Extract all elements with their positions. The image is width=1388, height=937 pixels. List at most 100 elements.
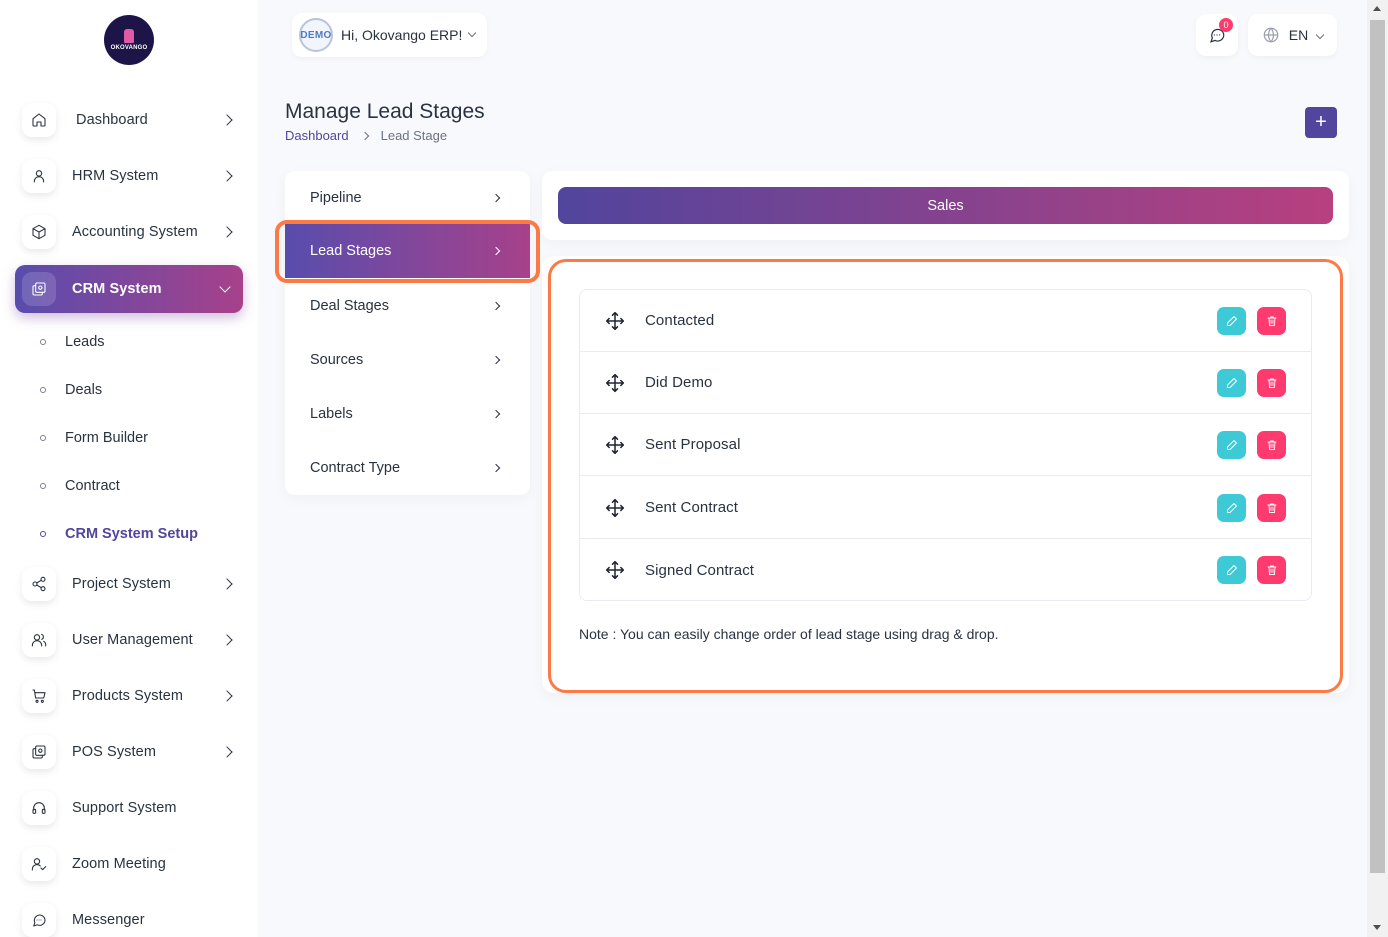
edit-button[interactable] <box>1217 556 1246 584</box>
sidebar-item-zoom-meeting[interactable]: Zoom Meeting <box>15 840 243 888</box>
avatar: DEMO <box>299 18 333 52</box>
chevron-right-icon <box>221 746 233 758</box>
sidebar-item-products-system[interactable]: Products System <box>15 672 243 720</box>
menu-item-labels[interactable]: Labels <box>285 387 530 441</box>
edit-button[interactable] <box>1217 493 1246 522</box>
chevron-right-icon <box>221 226 233 238</box>
pipeline-tabs: Sales <box>542 171 1349 240</box>
drag-move-icon[interactable] <box>605 498 625 518</box>
breadcrumb-dashboard-link[interactable]: Dashboard <box>285 128 349 143</box>
drag-move-icon[interactable] <box>605 373 625 393</box>
edit-button[interactable] <box>1217 368 1246 397</box>
sidebar-item-user-management[interactable]: User Management <box>15 616 243 664</box>
sidebar-item-label: POS System <box>72 744 156 760</box>
scroll-up-arrow-icon[interactable] <box>1373 6 1381 11</box>
sidebar-subitem-label: Contract <box>65 478 120 494</box>
user-greeting: Hi, Okovango ERP! <box>341 27 463 43</box>
company-logo[interactable]: OKOVANGO <box>104 15 154 65</box>
delete-button[interactable] <box>1257 368 1286 397</box>
chevron-right-icon <box>491 409 501 419</box>
sidebar-subitem-crm-system-setup[interactable]: CRM System Setup <box>40 522 198 546</box>
menu-item-label: Sources <box>310 352 364 368</box>
menu-item-label: Deal Stages <box>310 298 389 314</box>
pencil-icon <box>1226 502 1237 513</box>
sidebar-item-support-system[interactable]: Support System <box>15 784 243 832</box>
trash-icon <box>1267 316 1276 326</box>
users-icon <box>22 623 56 657</box>
delete-button[interactable] <box>1257 306 1286 335</box>
delete-button[interactable] <box>1257 430 1286 459</box>
sidebar-item-label: User Management <box>72 632 193 648</box>
list-item[interactable]: Contacted <box>580 290 1311 352</box>
edit-button[interactable] <box>1217 430 1246 459</box>
sidebar-item-crm-system[interactable]: CRM System <box>15 265 243 313</box>
bullet-icon <box>40 531 46 537</box>
menu-item-contract-type[interactable]: Contract Type <box>285 441 530 495</box>
pencil-icon <box>1226 315 1237 326</box>
sidebar-subitem-form-builder[interactable]: Form Builder <box>40 426 148 450</box>
language-dropdown[interactable]: EN <box>1248 14 1337 56</box>
stage-name: Sent Contract <box>645 499 739 516</box>
menu-item-label: Lead Stages <box>310 243 392 259</box>
sidebar-item-hrm-system[interactable]: HRM System <box>15 152 243 200</box>
sidebar-item-label: Support System <box>72 800 177 816</box>
pencil-icon <box>1226 565 1237 575</box>
sidebar-subitem-contract[interactable]: Contract <box>40 474 120 498</box>
page-title: Manage Lead Stages <box>285 100 485 123</box>
sidebar-item-messenger[interactable]: Messenger <box>15 896 243 937</box>
layers-icon <box>22 272 56 306</box>
delete-button[interactable] <box>1257 556 1286 584</box>
sidebar-item-label: Accounting System <box>72 224 198 240</box>
trash-icon <box>1267 440 1276 450</box>
page-scrollbar[interactable] <box>1367 0 1388 937</box>
list-item[interactable]: Did Demo <box>580 352 1311 414</box>
scrollbar-thumb[interactable] <box>1370 20 1385 873</box>
list-item[interactable]: Signed Contract <box>580 539 1311 600</box>
sidebar-item-pos-system[interactable]: POS System <box>15 728 243 776</box>
chevron-right-icon <box>491 193 501 203</box>
stage-name: Signed Contract <box>645 561 755 579</box>
sidebar-subitem-leads[interactable]: Leads <box>40 330 105 354</box>
pencil-icon <box>1226 439 1237 450</box>
chevron-right-icon <box>221 578 233 590</box>
sidebar-item-label: Zoom Meeting <box>72 856 166 872</box>
drag-move-icon[interactable] <box>605 435 625 455</box>
globe-icon <box>1263 27 1279 43</box>
tab-sales[interactable]: Sales <box>558 187 1333 224</box>
chevron-right-icon <box>491 246 501 256</box>
chevron-right-icon <box>221 170 233 182</box>
sidebar: OKOVANGO Dashboard HRM System Accounting… <box>0 0 258 937</box>
sidebar-subitem-deals[interactable]: Deals <box>40 378 102 402</box>
menu-item-lead-stages[interactable]: Lead Stages <box>285 224 530 278</box>
bullet-icon <box>40 387 46 393</box>
user-icon <box>22 159 56 193</box>
menu-item-sources[interactable]: Sources <box>285 333 530 387</box>
edit-button[interactable] <box>1217 306 1246 335</box>
sidebar-item-accounting-system[interactable]: Accounting System <box>15 208 243 256</box>
sidebar-item-project-system[interactable]: Project System <box>15 560 243 608</box>
add-lead-stage-button[interactable]: + <box>1305 107 1337 138</box>
headphones-icon <box>22 791 56 825</box>
sidebar-subitem-label: Deals <box>65 382 103 398</box>
menu-item-pipeline[interactable]: Pipeline <box>285 171 530 225</box>
chevron-down-icon <box>467 28 477 38</box>
message-icon <box>22 903 56 937</box>
scroll-down-arrow-icon[interactable] <box>1373 925 1381 930</box>
breadcrumb: Dashboard Lead Stage <box>285 128 447 143</box>
menu-item-deal-stages[interactable]: Deal Stages <box>285 279 530 333</box>
settings-menu: Pipeline Lead Stages Deal Stages Sources… <box>285 171 530 495</box>
menu-item-label: Labels <box>310 406 353 422</box>
chevron-down-icon <box>1315 30 1325 40</box>
sidebar-item-dashboard[interactable]: Dashboard <box>15 96 243 144</box>
list-item[interactable]: Sent Proposal <box>580 414 1311 476</box>
drag-move-icon[interactable] <box>605 560 625 580</box>
user-menu-dropdown[interactable]: DEMO Hi, Okovango ERP! <box>292 13 487 57</box>
list-item[interactable]: Sent Contract <box>580 477 1311 539</box>
breadcrumb-current: Lead Stage <box>380 128 448 143</box>
delete-button[interactable] <box>1257 493 1286 522</box>
chevron-right-icon <box>491 355 501 365</box>
messages-button[interactable]: 0 <box>1196 14 1238 56</box>
drag-move-icon[interactable] <box>605 311 625 331</box>
bullet-icon <box>40 483 46 489</box>
chevron-down-icon <box>219 281 231 293</box>
